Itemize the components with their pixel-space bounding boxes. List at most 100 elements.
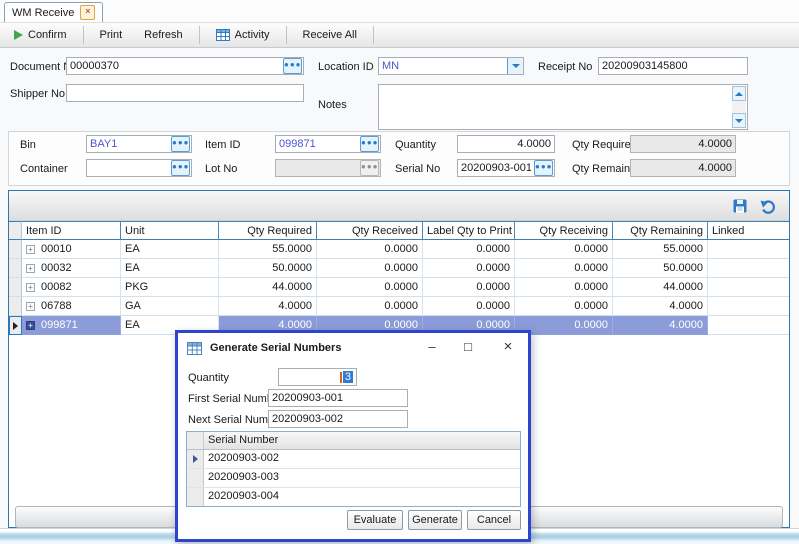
cell-item-id[interactable]: +00010 (22, 240, 121, 259)
row-selector[interactable] (9, 278, 22, 297)
location-id-dropdown-button[interactable] (507, 58, 523, 74)
row-selector[interactable] (9, 297, 22, 316)
cancel-button[interactable]: Cancel (467, 510, 521, 530)
tab-close-icon[interactable]: × (80, 5, 95, 20)
close-button[interactable]: × (494, 335, 522, 359)
bin-input[interactable] (87, 137, 171, 151)
scroll-up-button[interactable] (732, 86, 746, 101)
cell-qty-received[interactable]: 0.0000 (317, 297, 423, 316)
activity-button[interactable]: Activity (210, 26, 276, 44)
location-id-input[interactable] (379, 59, 507, 73)
document-no-input[interactable] (67, 59, 283, 73)
cell-label-qty[interactable]: 0.0000 (423, 297, 515, 316)
expand-icon[interactable]: + (26, 264, 35, 273)
cell-qty-receiving[interactable]: 0.0000 (515, 297, 613, 316)
notes-scrollbar[interactable] (732, 86, 746, 128)
cell-item-id[interactable]: +00032 (22, 259, 121, 278)
column-header-linked[interactable]: Linked (708, 221, 789, 240)
quantity-input[interactable] (458, 137, 554, 151)
cell-qty-remaining[interactable]: 44.0000 (613, 278, 708, 297)
serial-no-lookup-icon[interactable]: ●●● (534, 160, 553, 176)
evaluate-button[interactable]: Evaluate (347, 510, 403, 530)
expand-icon[interactable]: + (26, 283, 35, 292)
cell-label-qty[interactable]: 0.0000 (423, 278, 515, 297)
column-header-unit[interactable]: Unit (121, 221, 219, 240)
cell-linked[interactable] (708, 240, 789, 259)
receive-all-button[interactable]: Receive All (297, 26, 363, 44)
cell-qty-required[interactable]: 50.0000 (219, 259, 317, 278)
generate-button[interactable]: Generate (408, 510, 462, 530)
column-header-item-id[interactable]: Item ID (22, 221, 121, 240)
item-id-lookup-icon[interactable]: ●●● (360, 136, 379, 152)
serial-no-input[interactable] (458, 161, 534, 175)
maximize-button[interactable]: □ (454, 335, 482, 359)
serial-column-header[interactable]: Serial Number (204, 432, 520, 449)
cell-qty-received[interactable]: 0.0000 (317, 278, 423, 297)
column-header-qty-received[interactable]: Qty Received (317, 221, 423, 240)
cell-item-id[interactable]: +06788 (22, 297, 121, 316)
cell-qty-receiving[interactable]: 0.0000 (515, 259, 613, 278)
expand-icon[interactable]: + (26, 245, 35, 254)
first-serial-field[interactable]: 20200903-001 (268, 389, 408, 407)
table-row[interactable]: +00010 EA 55.0000 0.0000 0.0000 0.0000 5… (9, 240, 789, 259)
container-lookup-icon[interactable]: ●●● (171, 160, 190, 176)
cell-label-qty[interactable]: 0.0000 (423, 240, 515, 259)
cell-qty-receiving[interactable]: 0.0000 (515, 240, 613, 259)
print-button[interactable]: Print (94, 26, 129, 44)
serial-row-selector[interactable] (187, 488, 204, 506)
cell-item-id[interactable]: +00082 (22, 278, 121, 297)
serial-row[interactable]: 20200903-004 (187, 488, 520, 506)
container-input[interactable] (87, 161, 171, 175)
serial-row-selector[interactable] (187, 469, 204, 487)
cell-qty-required[interactable]: 44.0000 (219, 278, 317, 297)
cell-unit[interactable]: GA (121, 297, 219, 316)
refresh-button[interactable]: Refresh (138, 26, 189, 44)
cell-qty-received[interactable]: 0.0000 (317, 259, 423, 278)
cell-qty-receiving[interactable]: 0.0000 (515, 278, 613, 297)
column-header-label-qty[interactable]: Label Qty to Print (423, 221, 515, 240)
dialog-quantity-field[interactable]: 3 (278, 368, 357, 386)
cell-label-qty[interactable]: 0.0000 (423, 259, 515, 278)
cell-qty-remaining[interactable]: 50.0000 (613, 259, 708, 278)
document-no-lookup-icon[interactable]: ●●● (283, 58, 302, 74)
table-row[interactable]: +00082 PKG 44.0000 0.0000 0.0000 0.0000 … (9, 278, 789, 297)
table-row[interactable]: +06788 GA 4.0000 0.0000 0.0000 0.0000 4.… (9, 297, 789, 316)
serial-row[interactable]: 20200903-002 (187, 450, 520, 469)
minimize-button[interactable]: – (418, 335, 446, 359)
cell-qty-remaining[interactable]: 4.0000 (613, 297, 708, 316)
row-selector-current[interactable] (9, 316, 22, 335)
cell-linked[interactable] (708, 316, 789, 335)
receipt-no-input[interactable] (599, 59, 747, 73)
cell-qty-received[interactable]: 0.0000 (317, 240, 423, 259)
cell-item-id[interactable]: +099871 (22, 316, 121, 335)
cell-qty-remaining[interactable]: 4.0000 (613, 316, 708, 335)
expand-icon[interactable]: + (26, 302, 35, 311)
cell-unit[interactable]: PKG (121, 278, 219, 297)
row-selector[interactable] (9, 240, 22, 259)
column-header-qty-remaining[interactable]: Qty Remaining (613, 221, 708, 240)
confirm-button[interactable]: Confirm (8, 26, 73, 44)
shipper-no-input[interactable] (67, 86, 303, 100)
undo-icon[interactable] (760, 198, 777, 214)
column-header-qty-required[interactable]: Qty Required (219, 221, 317, 240)
cell-unit[interactable]: EA (121, 259, 219, 278)
bin-lookup-icon[interactable]: ●●● (171, 136, 190, 152)
tab-wm-receive[interactable]: WM Receive × (4, 2, 103, 22)
cell-qty-remaining[interactable]: 55.0000 (613, 240, 708, 259)
cell-linked[interactable] (708, 278, 789, 297)
scroll-down-button[interactable] (732, 113, 746, 128)
cell-linked[interactable] (708, 259, 789, 278)
column-header-qty-receiving[interactable]: Qty Receiving (515, 221, 613, 240)
expand-icon[interactable]: + (26, 321, 35, 330)
save-icon[interactable] (732, 198, 748, 214)
row-selector[interactable] (9, 259, 22, 278)
cell-qty-required[interactable]: 55.0000 (219, 240, 317, 259)
cell-linked[interactable] (708, 297, 789, 316)
notes-textarea[interactable] (378, 84, 748, 130)
serial-row-selector-current[interactable] (187, 450, 204, 468)
cell-qty-required[interactable]: 4.0000 (219, 297, 317, 316)
item-id-input[interactable] (276, 137, 360, 151)
table-row[interactable]: +00032 EA 50.0000 0.0000 0.0000 0.0000 5… (9, 259, 789, 278)
next-serial-field[interactable]: 20200903-002 (268, 410, 408, 428)
cell-unit[interactable]: EA (121, 240, 219, 259)
